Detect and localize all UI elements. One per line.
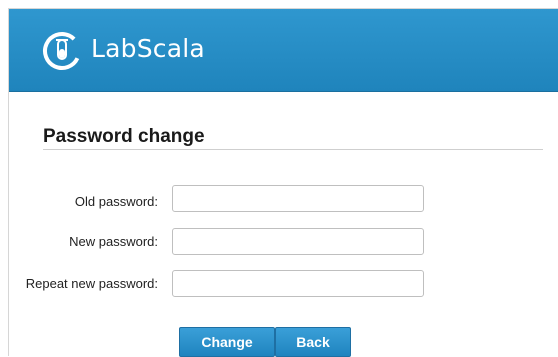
old-password-input[interactable] (172, 185, 424, 212)
page-frame: LabScala Password change Old password: N… (8, 8, 558, 357)
brand-name[interactable]: LabScala (91, 34, 205, 63)
test-tube-logo-icon (43, 32, 81, 70)
change-button[interactable]: Change (179, 327, 275, 357)
new-password-label: New password: (69, 234, 158, 249)
title-divider (43, 149, 543, 150)
back-button[interactable]: Back (275, 327, 351, 357)
old-password-label: Old password: (74, 194, 158, 209)
repeat-password-input[interactable] (172, 270, 424, 297)
page-title: Password change (43, 126, 205, 147)
new-password-input[interactable] (172, 228, 424, 255)
app-header: LabScala (9, 9, 558, 92)
repeat-password-label: Repeat new password: (25, 276, 158, 291)
